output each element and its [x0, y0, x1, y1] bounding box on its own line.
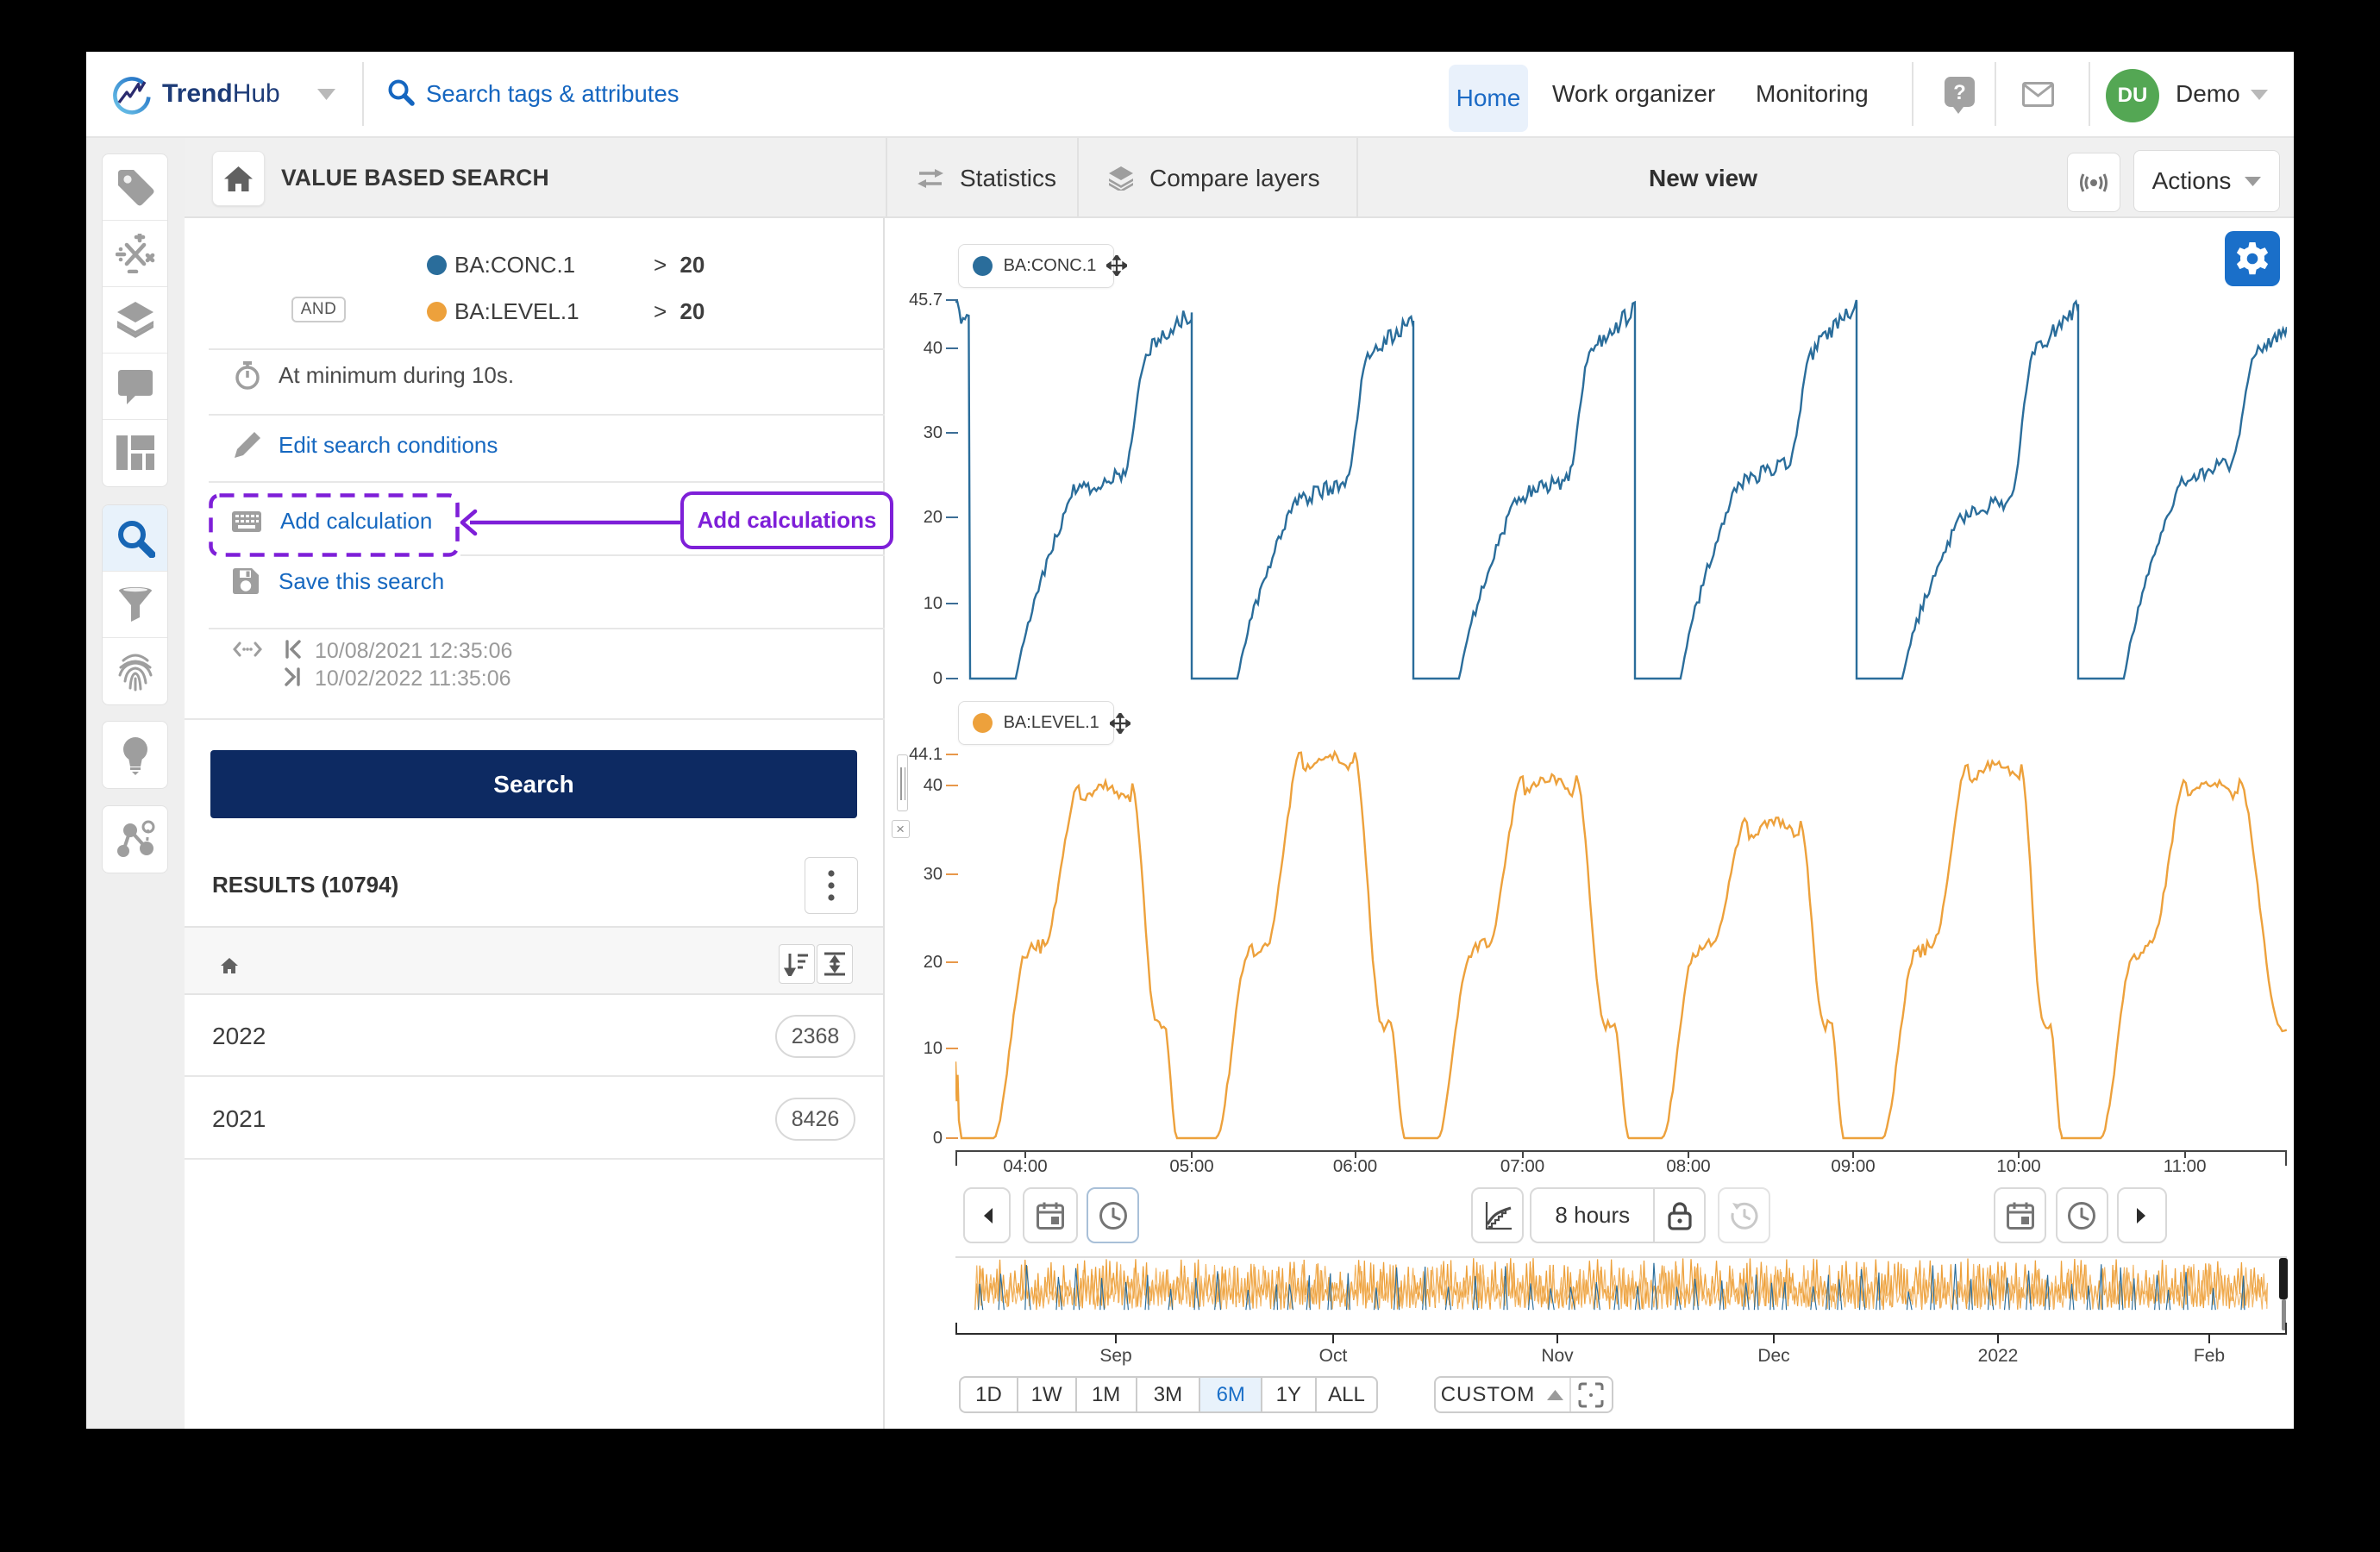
svg-text:?: ?: [1953, 81, 1966, 104]
